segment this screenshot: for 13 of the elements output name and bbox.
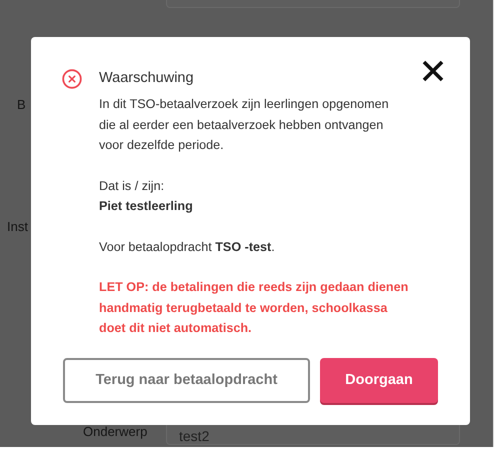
close-button[interactable]: [421, 59, 445, 83]
message-text: In dit TSO-betaalverzoek zijn leerlingen opgenomen die al eerder een betaalverzoek hebben ontvangen voor dezelfde periode.: [99, 96, 390, 154]
warning-text: LET OP: de betalingen die reeds zijn gedaan dienen handmatig terugbetaald te worden, schoolkassa doet dit niet automatisch.: [99, 279, 410, 337]
form-label: Onderwerp: [83, 423, 148, 441]
error-icon: [62, 69, 82, 89]
student-name: Piet testleerling: [99, 198, 194, 215]
form-label: Inst: [7, 218, 28, 236]
students-label: Dat is / zijn:: [99, 178, 166, 195]
back-button[interactable]: Terug naar betaalopdracht: [63, 358, 310, 403]
assignment-text: Voor betaalopdracht TSO -test.: [99, 238, 276, 256]
dialog-title: Waarschuwing: [99, 69, 195, 88]
continue-button[interactable]: Doorgaan: [320, 358, 438, 403]
form-label: B: [17, 96, 26, 114]
